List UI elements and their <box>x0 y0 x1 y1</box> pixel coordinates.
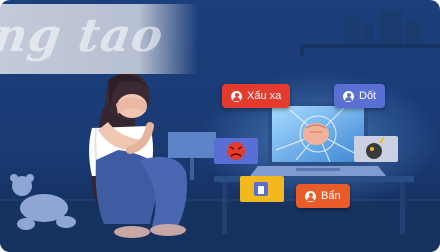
user-icon <box>231 90 242 102</box>
insult-bubble-ban: Bẩn <box>296 184 350 208</box>
user-icon <box>305 190 316 202</box>
insult-label: Dốt <box>359 90 377 102</box>
insult-bubble-xau-xa: Xấu xa <box>222 84 291 108</box>
cyberbullying-illustration: ng tao Xấu xa Dốt Bẩn <box>0 0 440 252</box>
angry-face-icon <box>227 142 245 160</box>
insult-bubble-dot: Dốt <box>334 84 386 108</box>
thumbs-down-badge <box>240 176 284 202</box>
bomb-icon <box>366 143 382 159</box>
angry-face-badge <box>214 138 258 164</box>
insult-label: Xấu xa <box>247 90 282 102</box>
user-icon <box>343 90 354 102</box>
insult-label: Bẩn <box>321 190 341 202</box>
bomb-badge <box>354 136 398 162</box>
lamp-shade <box>168 132 216 158</box>
wall-shelf <box>300 44 440 48</box>
watermark-text: ng tao <box>0 8 168 62</box>
fist-punch-icon <box>303 123 329 145</box>
